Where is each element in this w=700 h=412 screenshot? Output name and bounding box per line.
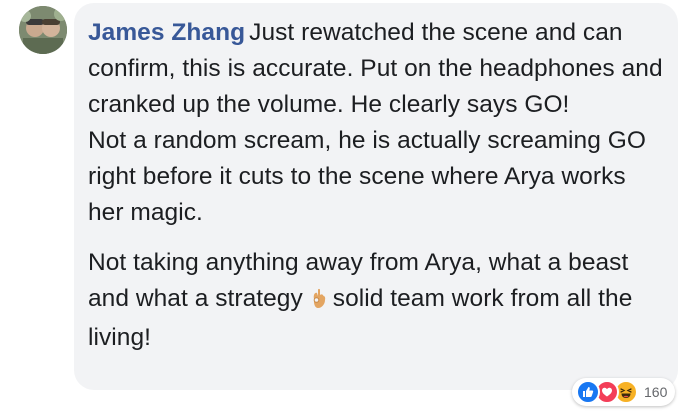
reaction-count: 160	[644, 384, 668, 400]
comment-text: Not a random scream, he is actually scre…	[88, 127, 646, 226]
comment-paragraph: James Zhang Just rewatched the scene and …	[88, 15, 664, 231]
comment-bubble: James Zhang Just rewatched the scene and …	[74, 3, 678, 390]
author-name-link[interactable]: James Zhang	[88, 19, 245, 46]
ok-hand-icon	[311, 284, 327, 320]
comment-paragraph: Not taking anything away from Arya, what…	[88, 245, 664, 356]
like-icon	[576, 380, 600, 404]
reactions-summary[interactable]: 160	[572, 378, 676, 406]
avatar-photo	[19, 6, 67, 54]
avatar[interactable]	[19, 6, 67, 54]
